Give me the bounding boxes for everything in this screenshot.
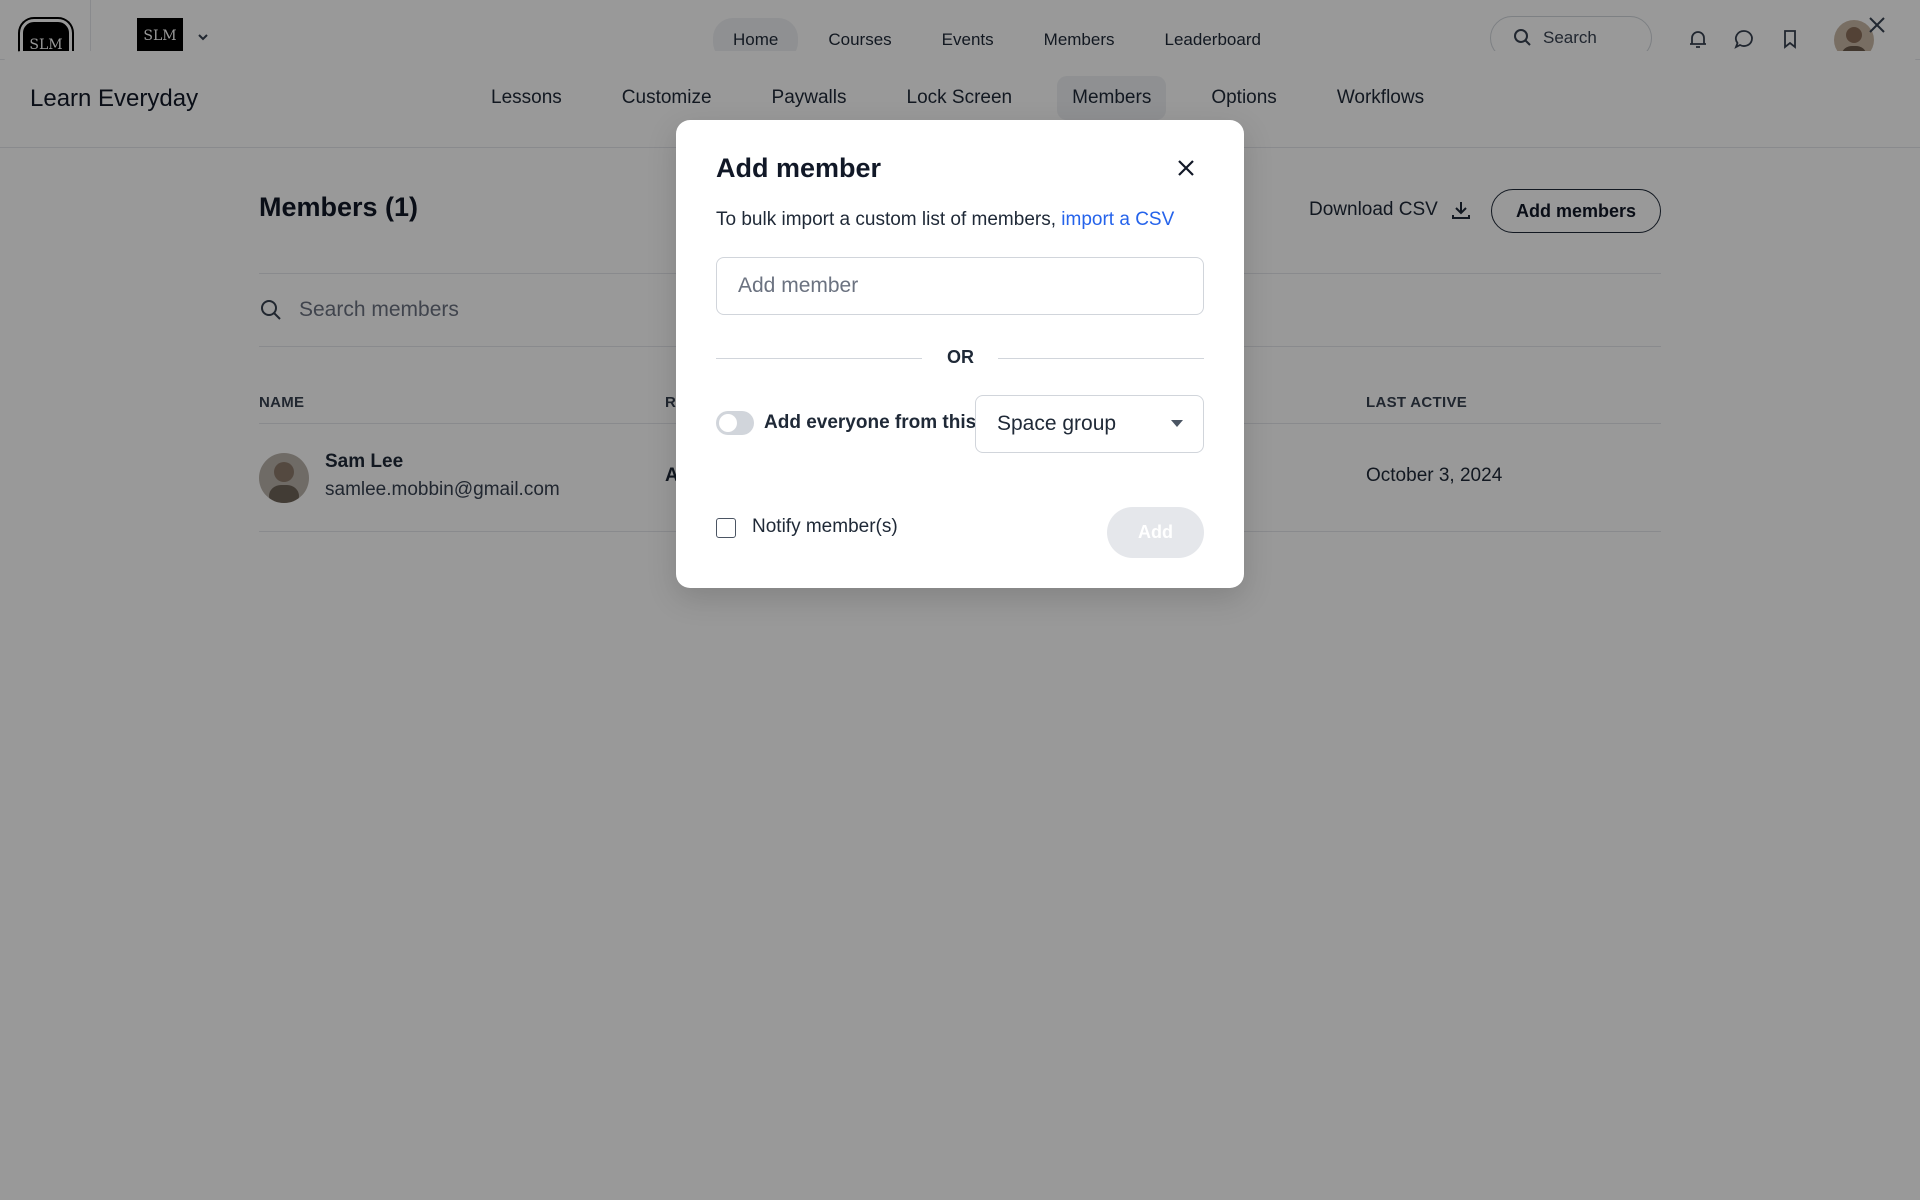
divider	[998, 358, 1204, 359]
import-hint: To bulk import a custom list of members,…	[716, 209, 1174, 231]
space-group-select-value: Space group	[997, 412, 1117, 435]
add-everyone-label: Add everyone from this	[764, 412, 977, 433]
close-icon[interactable]	[1174, 156, 1198, 180]
space-group-select[interactable]: Space group	[975, 395, 1204, 453]
or-separator: OR	[947, 347, 974, 367]
import-hint-text: To bulk import a custom list of members,	[716, 209, 1056, 230]
add-member-input[interactable]	[716, 257, 1204, 315]
notify-members-checkbox[interactable]	[716, 518, 736, 538]
add-member-dialog: Add member To bulk import a custom list …	[676, 120, 1244, 588]
notify-members-label[interactable]: Notify member(s)	[752, 516, 898, 538]
import-csv-link[interactable]: import a CSV	[1061, 209, 1174, 230]
add-everyone-toggle[interactable]	[716, 411, 754, 435]
add-button[interactable]: Add	[1107, 507, 1204, 558]
dialog-title: Add member	[716, 153, 882, 183]
toggle-knob	[719, 414, 737, 432]
caret-down-icon	[1171, 420, 1183, 427]
divider	[716, 358, 922, 359]
